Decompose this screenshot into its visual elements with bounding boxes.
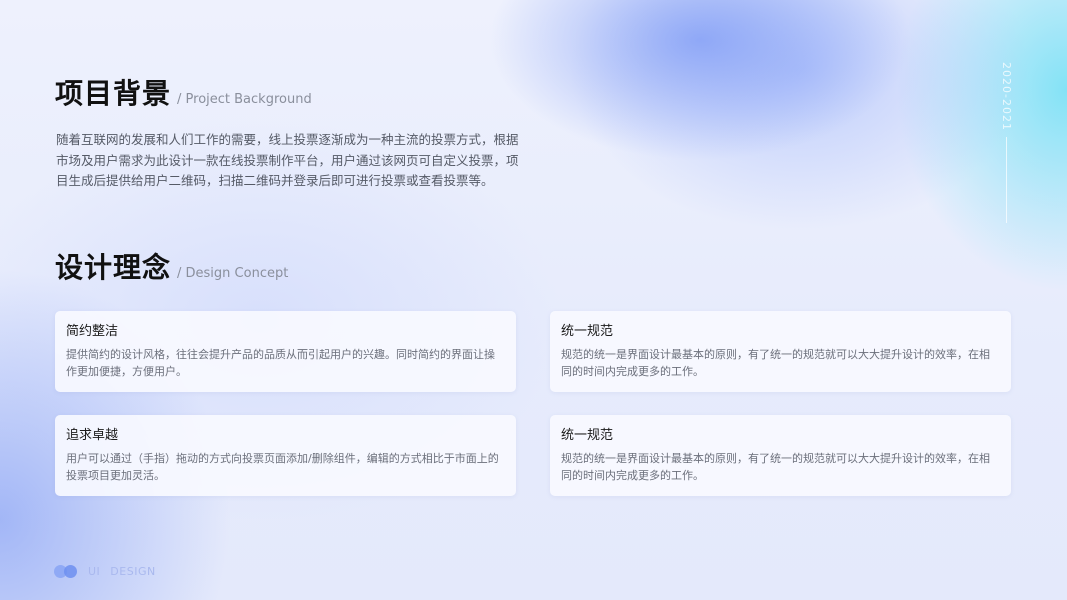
- design-concept-heading: 设计理念 / Design Concept: [55, 246, 288, 286]
- concept-card-unified: 统一规范 规范的统一是界面设计最基本的原则，有了统一的规范就可以大大提升设计的效…: [550, 311, 1011, 392]
- project-background-paragraph: 随着互联网的发展和人们工作的需要，线上投票逐渐成为一种主流的投票方式，根据市场及…: [56, 132, 519, 188]
- design-concept-subtitle: / Design Concept: [177, 266, 289, 281]
- project-background-subtitle: / Project Background: [177, 92, 312, 107]
- concept-card-unified-2: 统一规范 规范的统一是界面设计最基本的原则，有了统一的规范就可以大大提升设计的效…: [550, 415, 1011, 496]
- card-title: 简约整洁: [66, 324, 119, 339]
- card-text: 规范的统一是界面设计最基本的原则，有了统一的规范就可以大大提升设计的效率，在相同…: [561, 452, 990, 482]
- card-title: 统一规范: [561, 428, 614, 443]
- concept-card-simple: 简约整洁 提供简约的设计风格，往往会提升产品的品质从而引起用户的兴趣。同时简约的…: [55, 311, 516, 392]
- design-concept-title: 设计理念: [55, 251, 172, 284]
- card-title: 统一规范: [561, 324, 614, 339]
- project-background-heading: 项目背景 / Project Background: [55, 72, 312, 112]
- card-text: 规范的统一是界面设计最基本的原则，有了统一的规范就可以大大提升设计的效率，在相同…: [561, 348, 990, 378]
- circles-logo-icon: [54, 565, 78, 578]
- footer-brand: UI DESIGN: [54, 565, 156, 578]
- concept-card-excellence: 追求卓越 用户可以通过（手指）拖动的方式向投票页面添加/删除组件，编辑的方式相比…: [55, 415, 516, 496]
- slide: 项目背景 / Project Background 随着互联网的发展和人们工作的…: [0, 0, 1067, 600]
- footer-label-ui: UI: [88, 565, 101, 578]
- card-title: 追求卓越: [66, 428, 119, 443]
- footer-label-design: DESIGN: [110, 565, 156, 578]
- vertical-divider: [1006, 137, 1007, 223]
- project-background-title: 项目背景: [55, 77, 172, 110]
- card-text: 用户可以通过（手指）拖动的方式向投票页面添加/删除组件，编辑的方式相比于市面上的…: [66, 452, 499, 482]
- card-text: 提供简约的设计风格，往往会提升产品的品质从而引起用户的兴趣。同时简约的界面让操作…: [66, 348, 495, 378]
- year-range-label: 2020-2021: [1000, 62, 1013, 131]
